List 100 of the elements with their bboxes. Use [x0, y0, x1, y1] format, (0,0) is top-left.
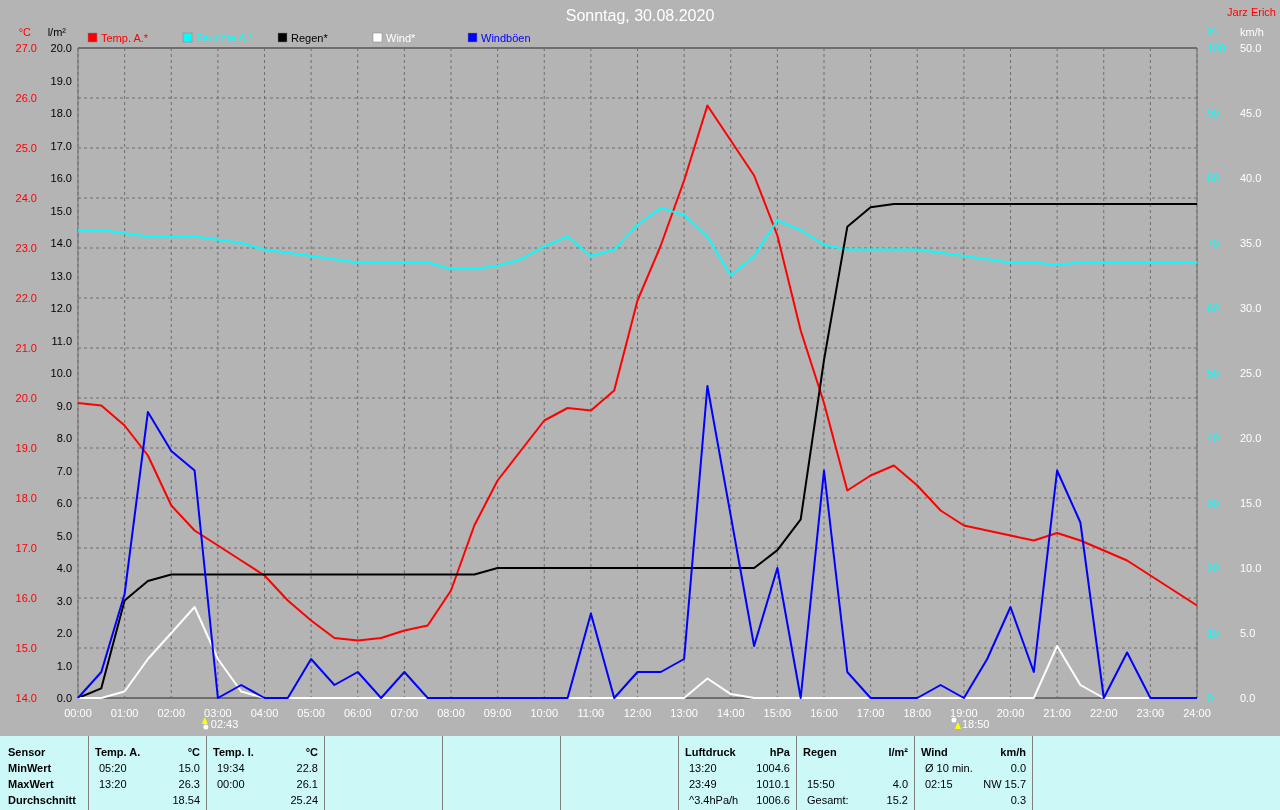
axis-tick-label: 17.0 [15, 542, 37, 554]
axis-tick-label: 24:00 [1183, 707, 1211, 719]
row-label: MaxWert [8, 777, 55, 792]
axis-tick-label: 13:00 [670, 707, 698, 719]
axis-tick-label: 22:00 [1090, 707, 1118, 719]
axis-tick-label: 17.0 [50, 139, 72, 152]
axis-tick-label: 5.0 [56, 529, 72, 542]
axis-tick-label: 18.0 [50, 107, 72, 119]
time-text: 02:15 [924, 777, 953, 792]
value-text: 15.0 [178, 761, 200, 776]
value-text: 1010.1 [756, 777, 790, 792]
row-label: Sensor [8, 745, 47, 760]
section-title: Luftdruck [685, 745, 736, 760]
axis-tick-label: 20.0 [1240, 432, 1262, 444]
axis-tick-label: 03:00 [204, 707, 232, 719]
section-title: Temp. A. [95, 745, 141, 760]
axis-tick-label: 13.0 [50, 269, 72, 282]
value-text: 4.0 [892, 777, 908, 792]
value-text: 1006.6 [756, 793, 790, 808]
section-unit: l/m² [888, 745, 908, 760]
section-title: Regen [803, 745, 837, 760]
axis-tick-label: 8.0 [56, 432, 72, 444]
axis-tick-label: 26.0 [15, 92, 37, 104]
axis-tick-label: 21.0 [15, 342, 37, 354]
axis-tick-label: 35.0 [1240, 237, 1262, 249]
axis-tick-label: 9.0 [56, 399, 72, 412]
sun-arrow-icon [951, 717, 961, 729]
axis-tick-label: 07:00 [390, 707, 419, 719]
value-text: 1004.6 [756, 761, 790, 776]
value-text: 15.2 [886, 793, 908, 808]
legend-label: Temp. A.* [101, 32, 149, 44]
axis-unit: km/h [1240, 26, 1264, 38]
time-text: ^3.4hPa/h [688, 793, 739, 808]
value-text: 22.8 [296, 761, 318, 776]
axis-tick-label: 08:00 [437, 707, 465, 719]
axis-tick-label: 16.0 [50, 172, 72, 184]
section-title: Temp. I. [213, 745, 254, 760]
axis-tick-label: 50.0 [1240, 42, 1262, 54]
axis-unit: % [1207, 26, 1217, 38]
axis-tick-label: 30 [1207, 497, 1220, 509]
axis-tick-label: 1.0 [56, 659, 72, 672]
axis-unit: l/m² [47, 26, 66, 38]
axis-tick-label: 3.0 [56, 594, 72, 607]
axis-tick-label: 19.0 [50, 74, 72, 87]
section-title: Wind [921, 745, 948, 760]
time-text: 05:20 [98, 761, 127, 776]
axis-tick-label: 15:00 [763, 707, 792, 719]
axis-tick-label: 20 [1207, 562, 1220, 574]
axis-tick-label: 4.0 [56, 562, 72, 574]
value-text: 0.3 [1010, 793, 1026, 808]
axis-tick-label: 24.0 [15, 192, 37, 204]
section-unit: °C [187, 745, 200, 760]
sun-time-label: 02:43 [210, 718, 239, 730]
time-text: 19:34 [216, 761, 245, 776]
axis-tick-label: 60 [1207, 302, 1220, 314]
value-text: NW 15.7 [983, 777, 1026, 792]
time-text: 13:20 [688, 761, 717, 776]
axis-tick-label: 25.0 [15, 142, 37, 154]
axis-tick-label: 10:00 [530, 707, 558, 719]
axis-tick-label: 0.0 [1240, 692, 1256, 704]
axis-tick-label: 02:00 [157, 707, 185, 719]
legend-label: Feuchte A.* [196, 32, 253, 44]
time-text: Ø 10 min. [924, 761, 973, 776]
axis-tick-label: 14.0 [50, 237, 72, 249]
axis-tick-label: 18.0 [15, 492, 37, 504]
legend-label: Regen* [291, 32, 328, 44]
axis-tick-label: 50 [1207, 367, 1220, 379]
axis-tick-label: 16.0 [15, 592, 37, 604]
axis-tick-label: 45.0 [1240, 107, 1262, 119]
value-text: 18.54 [172, 793, 200, 808]
axis-tick-label: 15.0 [1240, 497, 1262, 509]
axis-tick-label: 70 [1207, 237, 1220, 249]
axis-tick-label: 15.0 [50, 204, 72, 217]
axis-tick-label: 10 [1207, 627, 1220, 639]
section-unit: hPa [769, 745, 790, 760]
sun-arrow-icon [201, 717, 209, 730]
row-label: MinWert [8, 761, 53, 776]
axis-tick-label: 20.0 [15, 392, 37, 404]
axis-tick-label: 01:00 [110, 707, 139, 719]
axis-tick-label: 0 [1207, 692, 1214, 704]
axis-tick-label: 6.0 [56, 497, 72, 509]
axis-tick-label: 04:00 [250, 707, 279, 719]
axis-tick-label: 40.0 [1240, 172, 1262, 184]
axis-tick-label: 90 [1207, 107, 1220, 119]
axis-tick-label: 18:00 [903, 707, 931, 719]
legend-label: Windböen [481, 32, 531, 44]
axis-tick-label: 09:00 [483, 707, 512, 719]
axis-tick-label: 30.0 [1240, 302, 1262, 314]
axis-tick-label: 23:00 [1136, 707, 1165, 719]
sun-time-label: 18:50 [961, 718, 990, 730]
section-unit: km/h [1000, 745, 1026, 760]
axis-tick-label: 19.0 [15, 442, 37, 454]
axis-tick-label: 11.0 [51, 334, 72, 347]
axis-tick-label: 12:00 [623, 707, 652, 719]
axis-tick-label: 10.0 [1240, 562, 1262, 574]
axis-tick-label: 16:00 [810, 707, 838, 719]
axis-tick-label: 0.0 [56, 692, 72, 704]
value-text: 25.24 [290, 793, 318, 808]
time-text: 00:00 [216, 777, 245, 792]
axis-tick-label: 2.0 [56, 627, 72, 639]
